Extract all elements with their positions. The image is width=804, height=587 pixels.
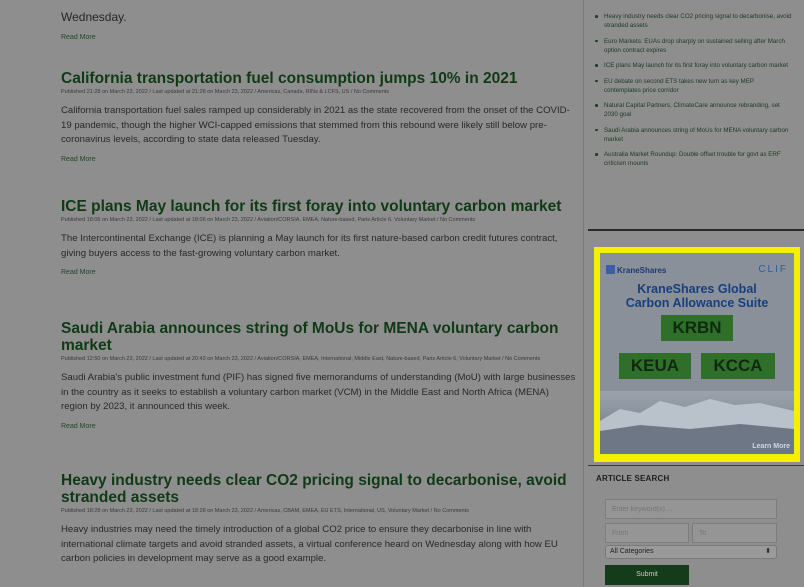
learn-more-link[interactable]: Learn More [752, 443, 790, 450]
article: ICE plans May launch for its first foray… [61, 198, 577, 276]
article: Saudi Arabia announces string of MoUs fo… [61, 320, 577, 430]
submit-button[interactable]: Submit [605, 565, 689, 585]
news-item[interactable]: Natural Capital Partners, ClimateCare an… [592, 101, 792, 119]
article-summary: The Intercontinental Exchange (ICE) is p… [61, 233, 558, 259]
select-arrows-icon: ⬍ [765, 548, 771, 555]
previous-article-fragment: Wednesday. Read More [61, 10, 127, 41]
keyword-search-input[interactable] [605, 499, 777, 519]
category-selected-value: All Categories [610, 548, 654, 555]
article-summary: California transportation fuel sales ram… [61, 105, 570, 145]
article-search-heading: ARTICLE SEARCH [596, 474, 670, 483]
read-more-link[interactable]: Read More [61, 269, 577, 276]
article-meta: Published 12:50 on March 23, 2022 / Last… [61, 356, 541, 362]
article: Heavy industry needs clear CO2 pricing s… [61, 472, 577, 567]
date-from-input[interactable] [605, 523, 689, 543]
article-title[interactable]: California transportation fuel consumpti… [61, 70, 577, 87]
kraneshares-ad[interactable]: KraneShares CLIF KraneShares Global Carb… [600, 253, 794, 454]
ticker-badge: KEUA [619, 353, 691, 379]
article-title[interactable]: Heavy industry needs clear CO2 pricing s… [61, 472, 577, 506]
read-more-link[interactable]: Read More [61, 423, 577, 430]
advertisement-highlight[interactable]: KraneShares CLIF KraneShares Global Carb… [594, 247, 800, 462]
article-title[interactable]: Saudi Arabia announces string of MoUs fo… [61, 320, 577, 354]
kraneshares-logo: KraneShares [606, 265, 666, 275]
article-meta: Published 18:06 on March 23, 2022 / Last… [61, 217, 476, 223]
article: California transportation fuel consumpti… [61, 70, 577, 163]
news-item[interactable]: EU debate on second ETS takes new turn a… [592, 77, 792, 95]
article-summary: Heavy industries may need the timely int… [61, 524, 558, 564]
date-to-input[interactable] [692, 523, 777, 543]
article-meta: Published 21:28 on March 23, 2022 / Last… [61, 89, 390, 95]
news-item[interactable]: Australia Market Roundup: Double offset … [592, 150, 792, 168]
read-more-link[interactable]: Read More [61, 34, 127, 41]
ad-title: KraneShares Global Carbon Allowance Suit… [625, 282, 769, 310]
news-item[interactable]: ICE plans May launch for its first foray… [592, 61, 792, 70]
article-title[interactable]: ICE plans May launch for its first foray… [61, 198, 577, 215]
clif-text: CLIF [758, 264, 788, 275]
sidebar-divider [588, 229, 804, 231]
ticker-badge: KCCA [701, 353, 775, 379]
fragment-text: Wednesday. [61, 10, 127, 24]
news-item[interactable]: Saudi Arabia announces string of MoUs fo… [592, 126, 792, 144]
article-meta: Published 18:28 on March 23, 2022 / Last… [61, 508, 469, 514]
read-more-link[interactable]: Read More [61, 156, 577, 163]
category-select[interactable]: All Categories ⬍ [605, 545, 777, 559]
ticker-badge: KRBN [661, 315, 733, 341]
sidebar-divider [588, 465, 804, 466]
news-item[interactable]: Euro Markets: EUAs drop sharply on susta… [592, 37, 792, 55]
article-summary: Saudi Arabia's public investment fund (P… [61, 372, 576, 412]
logo-mark-icon [606, 265, 615, 274]
news-item[interactable]: Heavy industry needs clear CO2 pricing s… [592, 12, 792, 30]
latest-news-list: Heavy industry needs clear CO2 pricing s… [592, 12, 792, 175]
